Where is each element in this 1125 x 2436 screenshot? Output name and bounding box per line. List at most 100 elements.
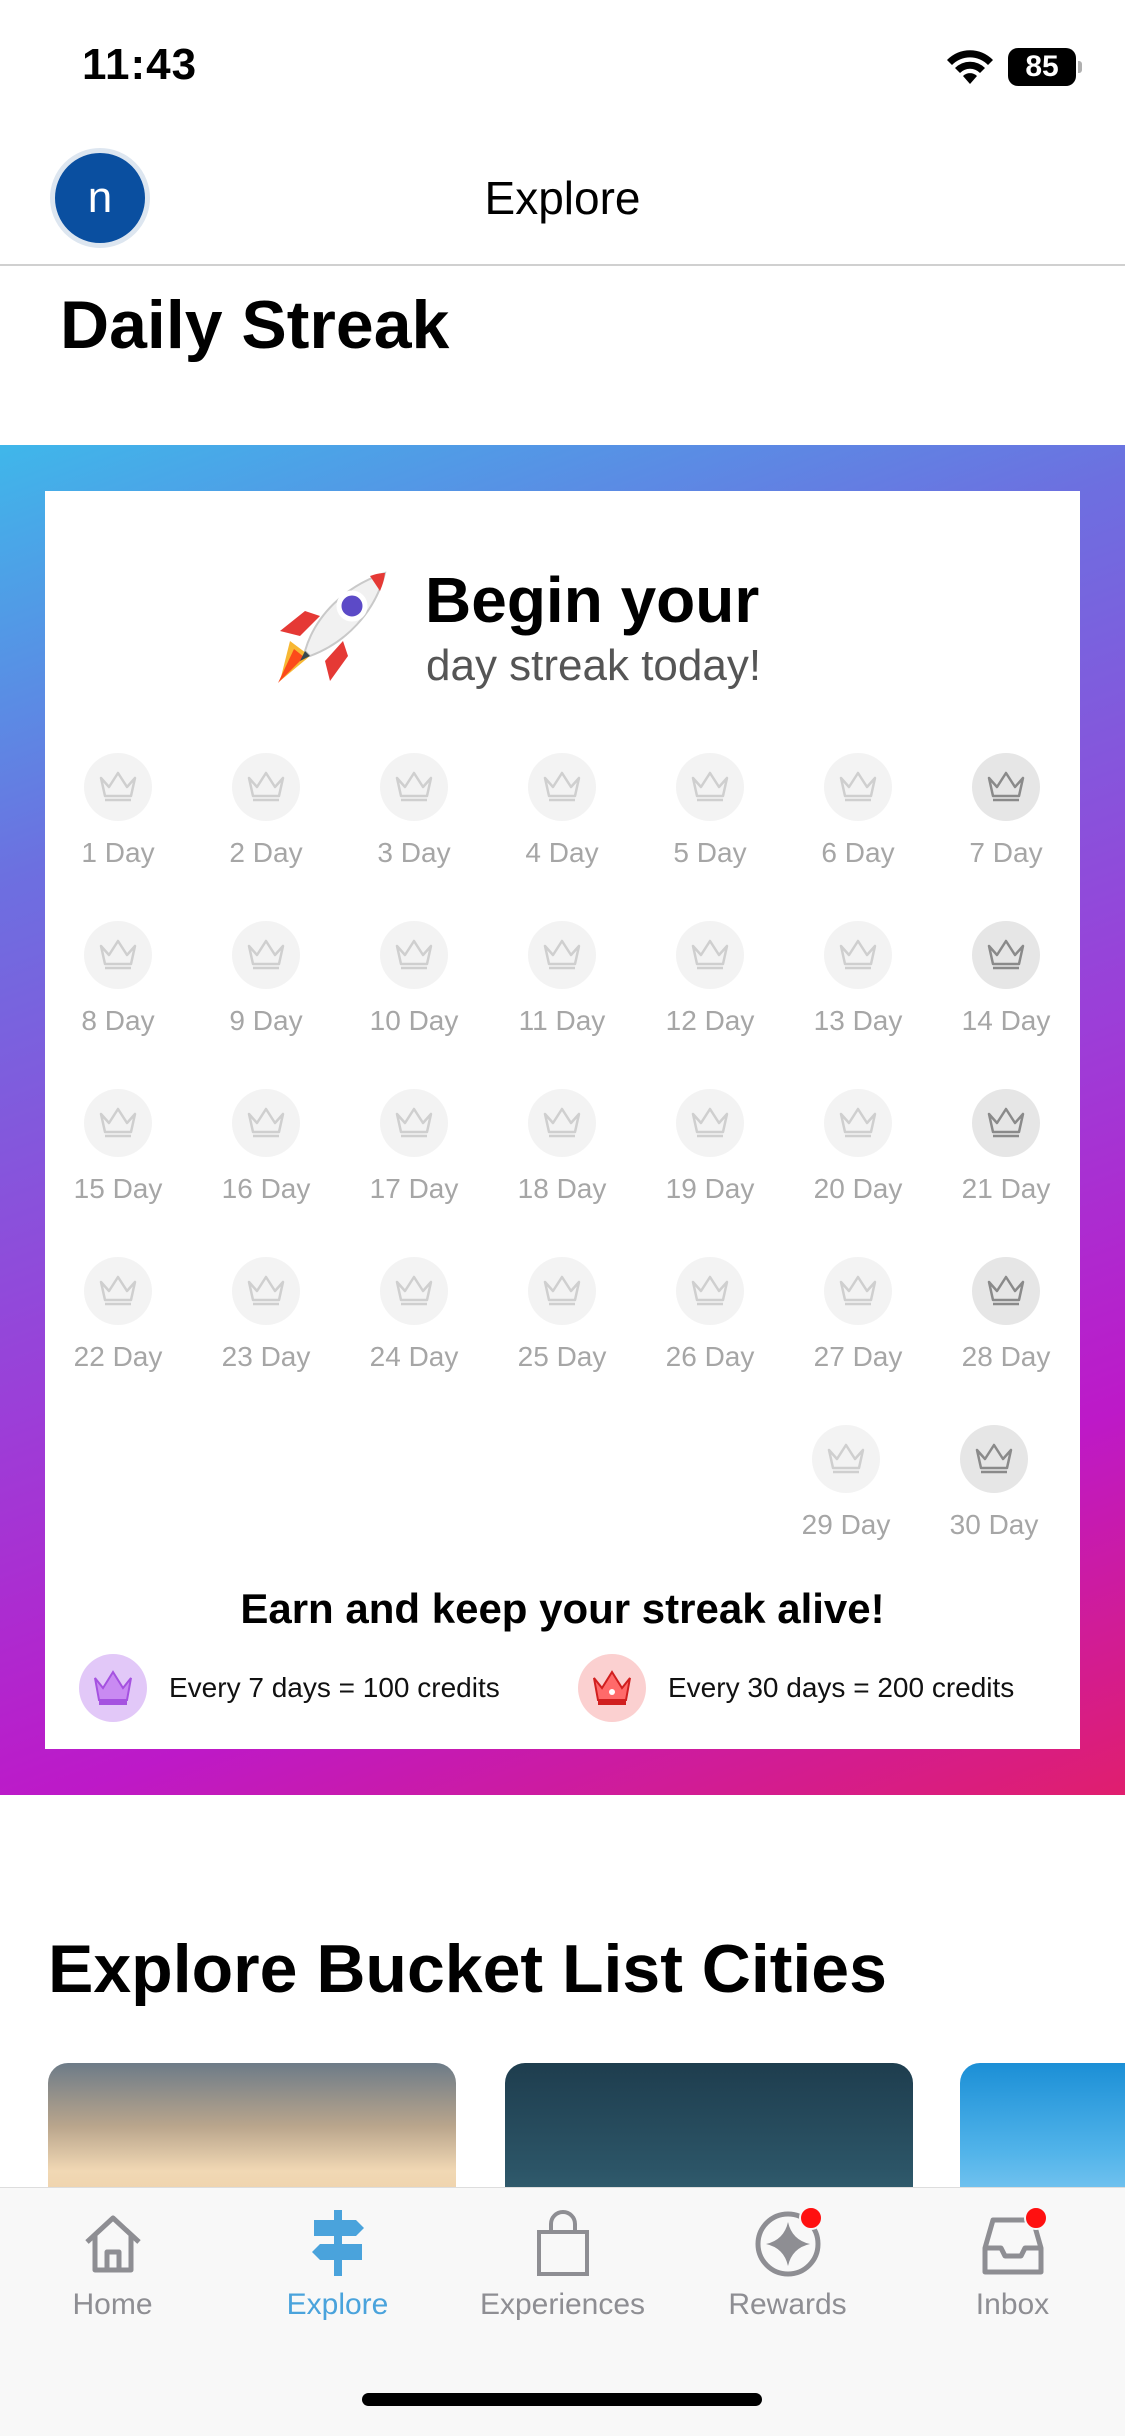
tab-label: Experiences [479, 2288, 646, 2321]
streak-day-label: 11 Day [518, 1005, 606, 1036]
streak-day: 15 Day [48, 1089, 188, 1239]
streak-day: 23 Day [196, 1257, 336, 1407]
streak-day: 16 Day [196, 1089, 336, 1239]
crown-icon [676, 1089, 744, 1157]
crown-icon [380, 921, 448, 989]
crown-icon [84, 1257, 152, 1325]
streak-day-label: 29 Day [801, 1509, 891, 1540]
streak-day-label: 28 Day [961, 1341, 1051, 1372]
battery-indicator: 85 [1008, 48, 1082, 86]
crown-icon [972, 1089, 1040, 1157]
streak-day-label: 1 Day [81, 837, 155, 868]
streak-day: 29 Day [776, 1425, 916, 1575]
crown-icon [824, 1089, 892, 1157]
streak-day-label: 13 Day [813, 1005, 903, 1036]
tab-inbox[interactable]: Inbox [900, 2206, 1125, 2348]
streak-day: 2 Day [196, 753, 336, 903]
crown-icon [528, 753, 596, 821]
crown-icon [960, 1425, 1028, 1493]
streak-day: 19 Day [640, 1089, 780, 1239]
streak-day: 24 Day [344, 1257, 484, 1407]
home-icon [85, 2215, 141, 2273]
streak-day: 10 Day [344, 921, 484, 1071]
tab-explore[interactable]: Explore [225, 2208, 450, 2348]
streak-day: 21 Day [936, 1089, 1076, 1239]
streak-day: 4 Day [492, 753, 632, 903]
streak-day-label: 22 Day [73, 1341, 163, 1372]
crown-icon [84, 753, 152, 821]
nav-header: n Explore [0, 135, 1125, 266]
streak-day: 14 Day [936, 921, 1076, 1071]
streak-day-label: 23 Day [221, 1341, 311, 1372]
streak-day-label: 12 Day [665, 1005, 755, 1036]
crown-icon [380, 753, 448, 821]
streak-day: 6 Day [788, 753, 928, 903]
streak-day: 7 Day [936, 753, 1076, 903]
streak-day-label: 26 Day [665, 1341, 755, 1372]
crown-icon [676, 921, 744, 989]
crown-icon [824, 921, 892, 989]
tab-label: Home [72, 2288, 153, 2321]
streak-day-label: 19 Day [665, 1173, 755, 1204]
crown-icon [676, 753, 744, 821]
streak-day-label: 25 Day [517, 1341, 607, 1372]
streak-day-label: 20 Day [813, 1173, 903, 1204]
crown-icon [972, 753, 1040, 821]
tab-experiences[interactable]: Experiences [450, 2208, 675, 2348]
status-time: 11:43 [82, 40, 198, 89]
streak-day-label: 30 Day [949, 1509, 1039, 1540]
streak-day-label: 15 Day [73, 1173, 163, 1204]
streak-day: 17 Day [344, 1089, 484, 1239]
streak-day: 26 Day [640, 1257, 780, 1407]
crown-icon [84, 1089, 152, 1157]
crown-icon [232, 1257, 300, 1325]
streak-day-label: 27 Day [813, 1341, 903, 1372]
streak-day-label: 16 Day [221, 1173, 311, 1204]
crown-icon [232, 1089, 300, 1157]
crown-icon [824, 1257, 892, 1325]
page-title: Explore [484, 172, 641, 224]
tab-home[interactable]: Home [0, 2208, 225, 2348]
streak-day: 18 Day [492, 1089, 632, 1239]
crown-icon [812, 1425, 880, 1493]
streak-day-label: 6 Day [821, 837, 895, 868]
notification-dot [1024, 2206, 1048, 2230]
streak-headline: Begin your [425, 564, 760, 636]
crown-icon [528, 1257, 596, 1325]
streak-subheadline: day streak today! [426, 641, 762, 690]
tab-label: Rewards [728, 2288, 847, 2321]
daily-streak-title: Daily Streak [60, 287, 450, 363]
streak-day: 20 Day [788, 1089, 928, 1239]
crown-icon [528, 1089, 596, 1157]
crown-icon [232, 921, 300, 989]
crown-icon [676, 1257, 744, 1325]
tab-label: Inbox [975, 2288, 1050, 2321]
crown-icon [84, 921, 152, 989]
wifi-icon [947, 50, 993, 84]
streak-card: Begin your day streak today! 1 Day 2 Day 3… [45, 491, 1080, 1749]
streak-day: 27 Day [788, 1257, 928, 1407]
streak-day-label: 9 Day [229, 1005, 303, 1036]
crown-icon [79, 1654, 147, 1722]
status-bar: 11:43 85 [0, 0, 1125, 135]
streak-day-label: 14 Day [961, 1005, 1051, 1036]
streak-day: 11 Day [492, 921, 632, 1071]
crown-icon [528, 921, 596, 989]
crown-icon [380, 1257, 448, 1325]
streak-day-label: 7 Day [969, 837, 1043, 868]
tab-rewards[interactable]: Rewards [675, 2206, 900, 2348]
reward-30-days: Every 30 days = 200 credits [578, 1654, 1078, 1724]
crown-icon [380, 1089, 448, 1157]
crown-icon [232, 753, 300, 821]
streak-day-label: 8 Day [81, 1005, 155, 1036]
crown-icon [578, 1654, 646, 1722]
streak-day: 1 Day [48, 753, 188, 903]
streak-footer-title: Earn and keep your streak alive! [240, 1585, 885, 1632]
reward-7-days-text: Every 7 days = 100 credits [169, 1672, 500, 1703]
streak-day-label: 2 Day [229, 837, 303, 868]
notification-dot [799, 2206, 823, 2230]
crown-icon [972, 921, 1040, 989]
streak-day: 9 Day [196, 921, 336, 1071]
streak-day-label: 3 Day [377, 837, 451, 868]
streak-day-label: 21 Day [961, 1173, 1051, 1204]
